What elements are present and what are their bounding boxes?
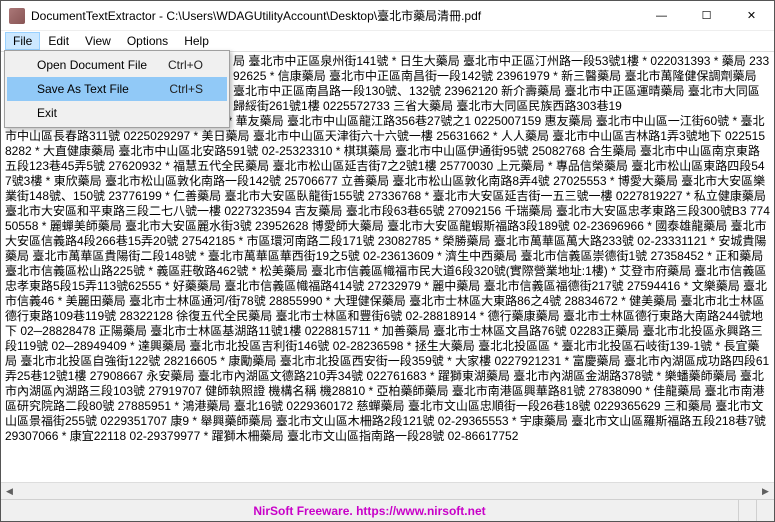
minimize-button[interactable]: — [639, 1, 684, 31]
scroll-right-icon[interactable]: ▶ [757, 483, 774, 499]
menu-save-text[interactable]: Save As Text File Ctrl+S [7, 77, 227, 101]
maximize-button[interactable]: ☐ [684, 1, 729, 31]
status-pane-3 [756, 500, 774, 521]
status-pane-2 [738, 500, 756, 521]
menu-open-document[interactable]: Open Document File Ctrl+O [7, 53, 227, 77]
menu-view[interactable]: View [77, 32, 119, 50]
title-bar: DocumentTextExtractor - C:\Users\WDAGUti… [1, 1, 774, 31]
menu-exit[interactable]: Exit [7, 101, 227, 125]
menu-save-label: Save As Text File [37, 82, 169, 96]
menu-edit[interactable]: Edit [40, 32, 77, 50]
menu-options[interactable]: Options [119, 32, 176, 50]
menu-exit-label: Exit [37, 106, 203, 120]
menu-help[interactable]: Help [176, 32, 217, 50]
menu-bar: File Edit View Options Help [1, 31, 774, 51]
status-text: NirSoft Freeware. https://www.nirsoft.ne… [1, 500, 738, 521]
horizontal-scrollbar[interactable]: ◀ ▶ [1, 482, 774, 499]
window-title: DocumentTextExtractor - C:\Users\WDAGUti… [31, 7, 639, 24]
window-controls: — ☐ ✕ [639, 1, 774, 31]
scroll-track[interactable] [18, 483, 757, 499]
menu-save-shortcut: Ctrl+S [169, 82, 203, 96]
text-body: 榮昌藥局 臺北市中山區雙城街十七之三號 * 華友藥局 臺北市中山區龍江路356巷… [5, 114, 770, 443]
close-button[interactable]: ✕ [729, 1, 774, 31]
menu-open-shortcut: Ctrl+O [168, 58, 203, 72]
app-icon [9, 8, 25, 24]
file-dropdown: Open Document File Ctrl+O Save As Text F… [4, 50, 230, 128]
menu-open-label: Open Document File [37, 58, 168, 72]
status-bar: NirSoft Freeware. https://www.nirsoft.ne… [1, 499, 774, 521]
menu-file[interactable]: File [5, 32, 40, 50]
scroll-left-icon[interactable]: ◀ [1, 483, 18, 499]
